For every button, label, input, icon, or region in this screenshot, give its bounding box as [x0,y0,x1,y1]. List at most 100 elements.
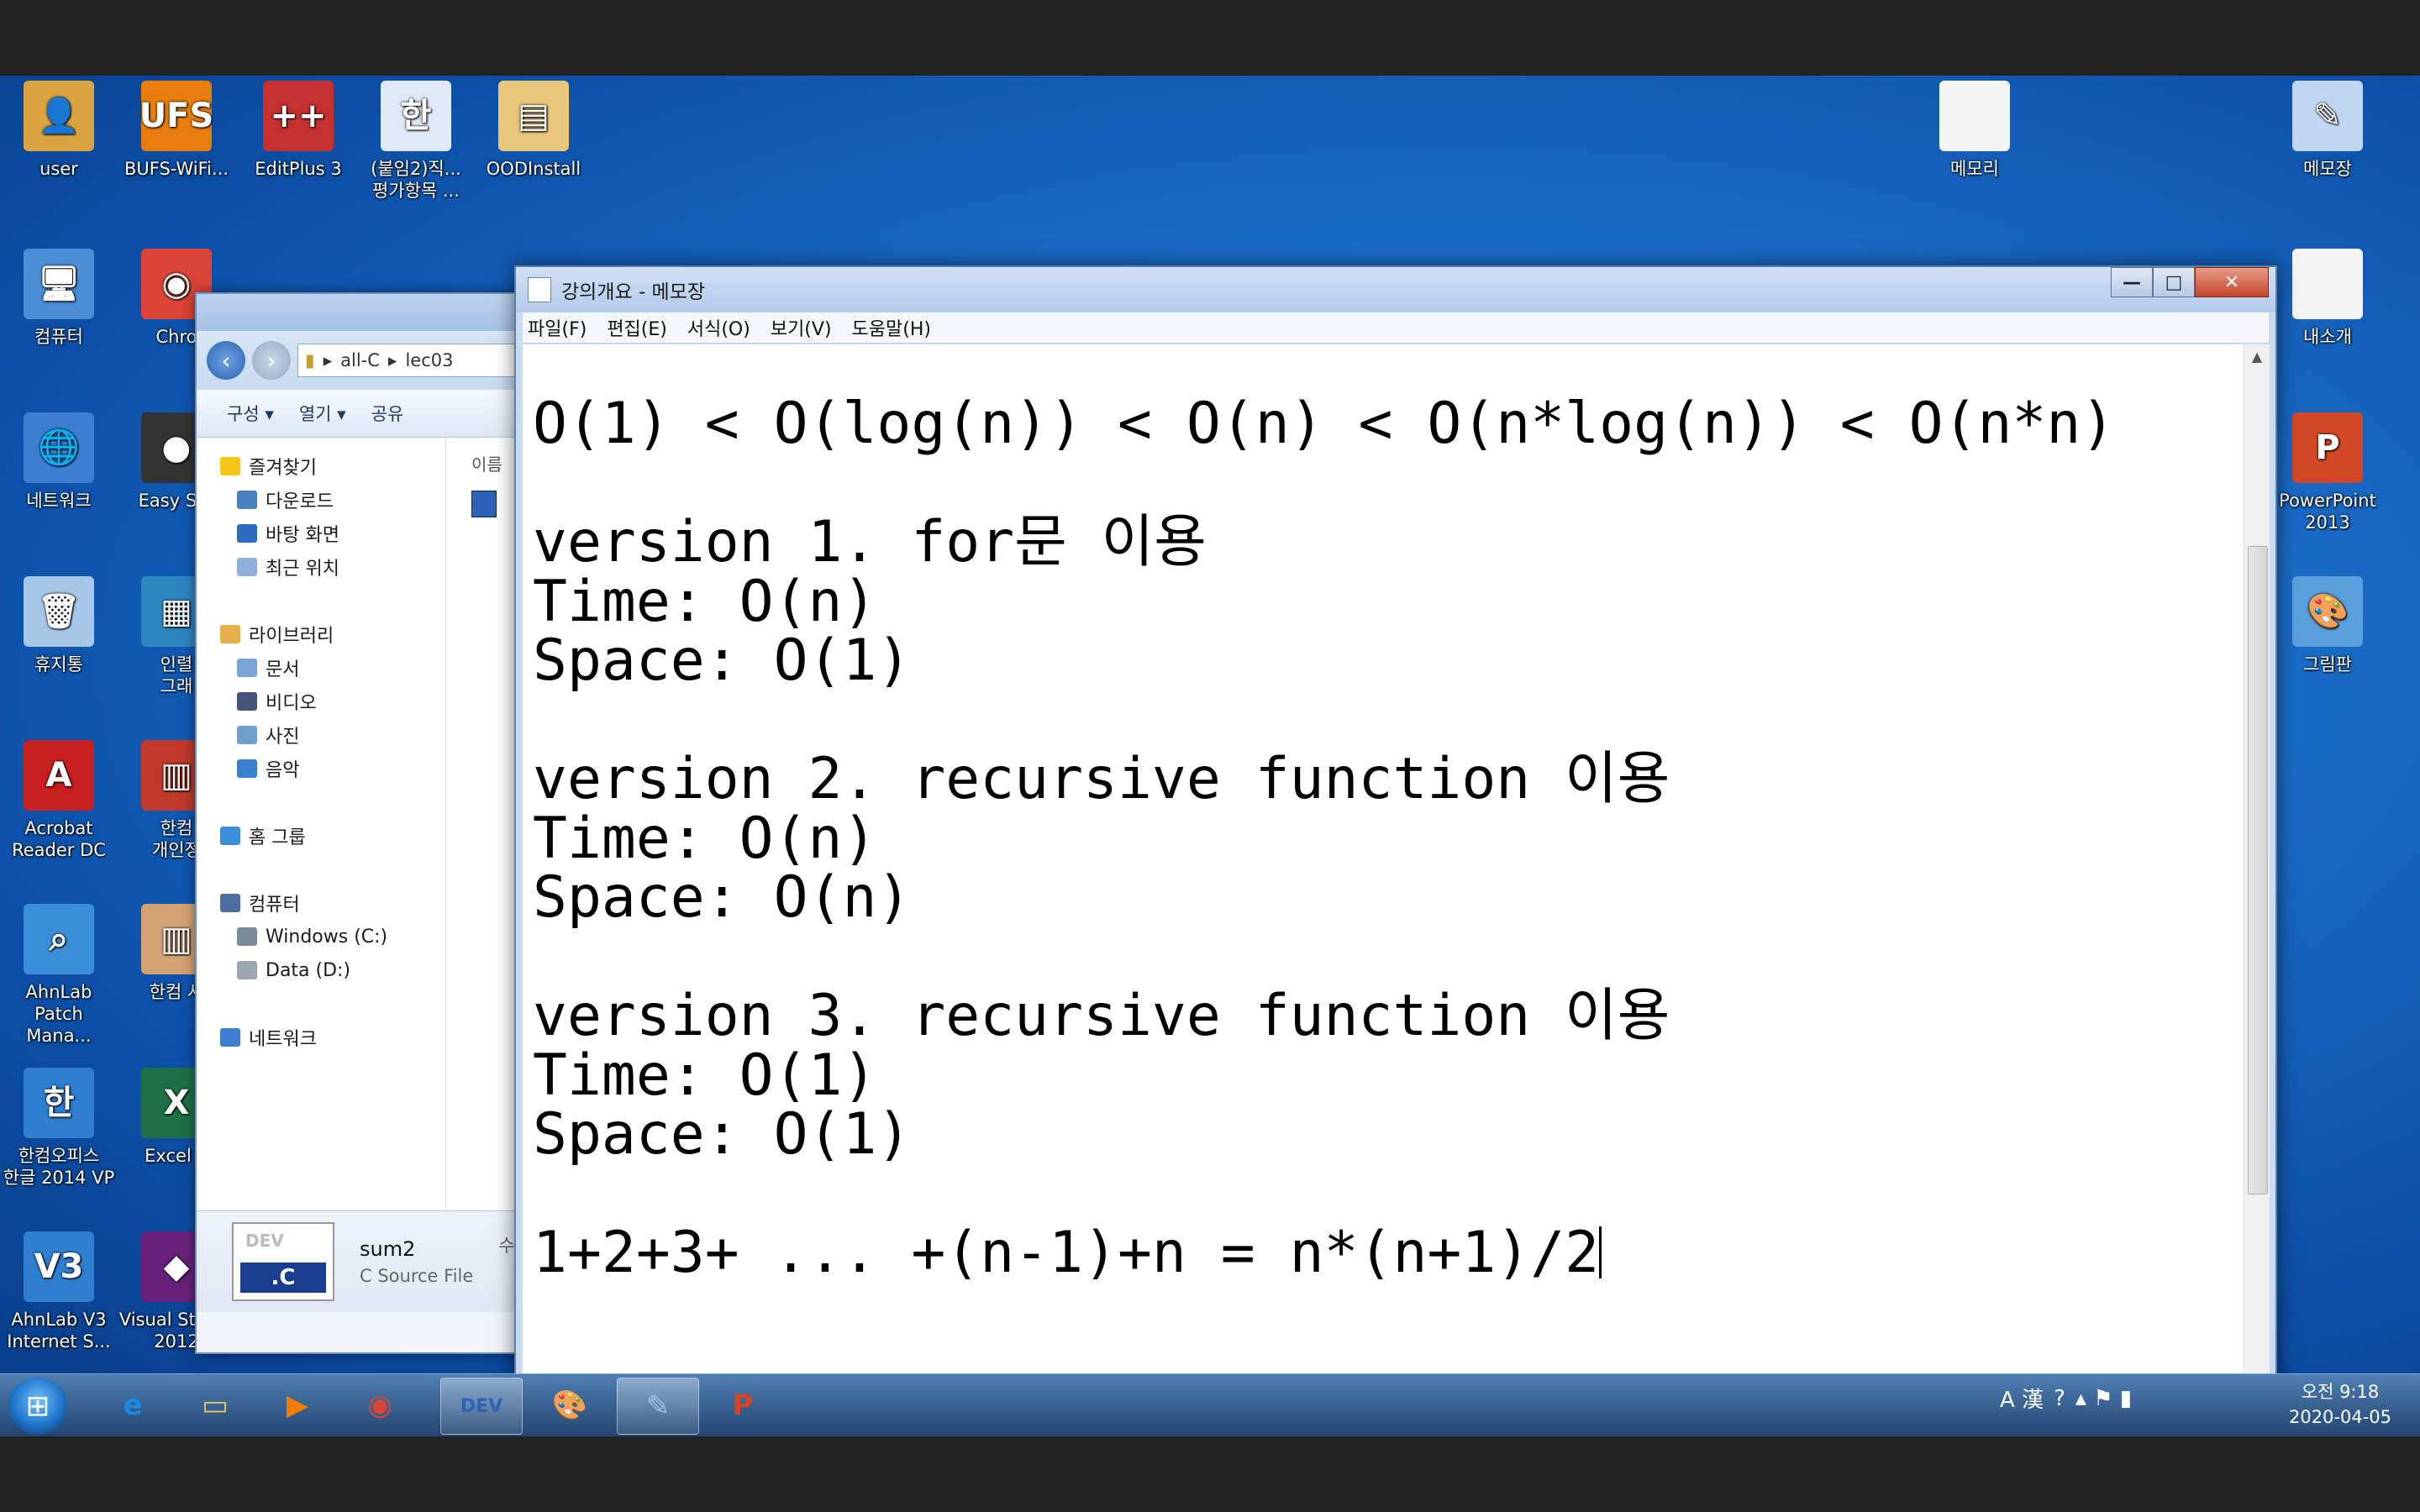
tree-item[interactable]: 다운로드 [197,483,445,517]
scrollbar-thumb[interactable] [2248,546,2268,1194]
breadcrumb-lec03[interactable]: lec03 [405,350,453,370]
desktop-icon[interactable]: ✎ 메모장 [2269,81,2386,180]
desktop-icon-image: 한 [24,1068,94,1138]
desktop-icon[interactable]: P PowerPoint 2013 [2269,412,2386,533]
desktop-icon[interactable]: 🌐 네트워크 [0,412,118,512]
breadcrumb-all-c[interactable]: all-C [340,350,380,370]
menu-item[interactable]: 편집(E) [607,314,667,341]
desktop-icon[interactable]: 한 (붙임2)직... 평가항목 ... [357,81,475,202]
taskbar-app-explorer[interactable]: ▭ [175,1378,255,1433]
desktop-icon[interactable]: 한 한컴오피스 한글 2014 VP [0,1068,118,1189]
tree-item[interactable]: 음악 [197,752,445,785]
tree-item-icon [220,894,240,912]
desktop-icon-image: 👤 [24,81,94,151]
tree-item-icon [237,692,257,711]
tree-item[interactable]: 즐겨찾기 [197,449,445,483]
tree-item[interactable]: 최근 위치 [197,550,445,584]
menu-item[interactable]: 파일(F) [528,314,587,341]
tree-item-label: Windows (C:) [266,926,388,948]
desktop-icon[interactable]: 🗑 휴지통 [0,576,118,675]
editor-text[interactable]: O(1) < O(log(n)) < O(n) < O(n*log(n)) < … [533,391,2116,1284]
menu-item[interactable]: 서식(O) [687,314,750,341]
file-row-icon[interactable] [471,491,497,517]
clock-date: 2020-04-05 [2288,1407,2392,1427]
desktop-icon[interactable]: ⌕ AhnLab Patch Mana... [0,904,118,1047]
tree-item[interactable]: 사진 [197,718,445,752]
help-icon[interactable]: ? [2054,1386,2065,1411]
desktop-icon[interactable]: 🖥 컴퓨터 [0,249,118,348]
organize-button[interactable]: 구성 ▾ [227,401,274,426]
c-source-file-icon: DEV .C [232,1222,334,1301]
taskbar-app-notepad[interactable]: ✎ [617,1378,699,1435]
notepad-window[interactable]: 강의개요 - 메모장 — □ ✕ 파일(F) 편집(E) 서식(O) 보기(V) 도움말… [514,265,2277,1373]
video-letterbox-top [0,0,2420,76]
menu-item[interactable]: 도움말(H) [852,314,931,341]
file-explorer-window[interactable]: ‹ › ▮ ▸ all-C ▸ lec03 구성 ▾ 열기 ▾ 공유 즐겨찾기다… [195,292,551,1354]
forward-button[interactable]: › [252,341,291,380]
tree-item[interactable]: 비디오 [197,685,445,718]
start-button[interactable]: ⊞ [8,1378,67,1435]
desktop-icon[interactable]: ++ EditPlus 3 [239,81,357,180]
tree-item[interactable]: 컴퓨터 [197,886,445,920]
taskbar-app-powerpoint[interactable]: P [702,1378,783,1433]
tree-item[interactable]: Data (D:) [197,953,445,987]
taskbar-app-ie[interactable]: e [92,1378,173,1433]
tree-item-icon [220,1028,240,1047]
tree-item[interactable]: 바탕 화면 [197,517,445,550]
maximize-button[interactable]: □ [2153,267,2195,297]
tree-item-icon [237,927,257,946]
open-button[interactable]: 열기 ▾ [299,401,346,426]
clock[interactable]: 오전 9:18 2020-04-05 [2269,1379,2412,1430]
notepad-icon: ✎ [645,1389,671,1423]
desktop-icon[interactable]: 내소개 [2269,249,2386,348]
taskbar-app-chrome[interactable]: ◉ [339,1378,420,1433]
tree-item-label: 즐겨찾기 [249,458,317,479]
desktop[interactable]: 👤 user UFS BUFS-WiFi... ++ EditPlus 3 한 (붙임2)직.… [0,76,2420,1373]
desktop-icon-image: 한 [381,81,451,151]
desktop-icon[interactable]: ▤ OODInstall [475,81,592,180]
scroll-up-arrow[interactable]: ▲ [2244,344,2270,368]
vertical-scrollbar[interactable]: ▲ ▼ [2244,344,2270,1373]
desktop-icon[interactable]: 🎨 그림판 [2269,576,2386,675]
text-editor[interactable]: O(1) < O(log(n)) < O(n) < O(n*log(n)) < … [523,344,2244,1373]
ime-indicator[interactable]: A 漢 [2000,1383,2044,1414]
minimize-button[interactable]: — [2111,267,2153,297]
desktop-icon-image: ++ [263,81,334,151]
back-button[interactable]: ‹ [207,341,245,380]
tree-item[interactable]: 네트워크 [197,1021,445,1054]
desktop-icon-label: 메모리 [1950,159,1999,179]
tree-item-icon [237,961,257,979]
taskbar: ⊞ e ▭ ▶ ◉ DEV 🎨 ✎ P A 漢 ? ▴ ⚑ ▮ 오전 9:18 2020-04… [0,1373,2420,1437]
desktop-icon[interactable]: 메모리 [1916,81,2033,180]
tree-item[interactable]: 홈 그룹 [197,819,445,853]
explorer-titlebar[interactable] [197,294,550,331]
desktop-icon-label: 그림판 [2303,654,2352,675]
menu-item[interactable]: 보기(V) [771,314,832,341]
close-button[interactable]: ✕ [2195,267,2269,297]
desktop-icon-image: UFS [139,81,213,151]
navigation-pane: 즐겨찾기다운로드 바탕 화면 최근 위치라이브러리문서 비디오 사진 음악홈 그룹컴퓨터 W… [197,438,446,1210]
tree-item[interactable]: Windows (C:) [197,920,445,953]
desktop-icon[interactable]: V3 AhnLab V3 Internet S... [0,1231,118,1352]
desktop-icon[interactable]: A Acrobat Reader DC [0,740,118,861]
tree-item-label: 라이브러리 [249,626,334,647]
taskbar-app-devcpp[interactable]: DEV [440,1378,523,1435]
tree-item[interactable]: 라이브러리 [197,617,445,651]
notepad-titlebar[interactable]: 강의개요 - 메모장 — □ ✕ [516,267,2275,312]
text-line: version 3. recursive function 이용 [533,983,1670,1049]
tray-icons[interactable]: ▴ ⚑ ▮ [2075,1386,2132,1411]
text-cursor [1599,1226,1602,1278]
taskbar-app-paint[interactable]: 🎨 [529,1378,610,1433]
text-line: Time: O(n) [533,568,877,635]
tree-item[interactable]: 문서 [197,651,445,685]
desktop-icon[interactable]: 👤 user [0,81,118,180]
address-bar[interactable]: ▮ ▸ all-C ▸ lec03 [297,344,550,377]
column-header-name[interactable]: 이름 [471,454,502,475]
details-file-type: C Source File [360,1266,474,1286]
desktop-icon[interactable]: UFS BUFS-WiFi... [118,81,235,180]
text-line: O(1) < O(log(n)) < O(n) < O(n*log(n)) < … [533,391,2116,457]
share-button[interactable]: 공유 [371,401,404,426]
breadcrumb-separator: ▸ [387,350,397,370]
taskbar-app-media[interactable]: ▶ [257,1378,338,1433]
